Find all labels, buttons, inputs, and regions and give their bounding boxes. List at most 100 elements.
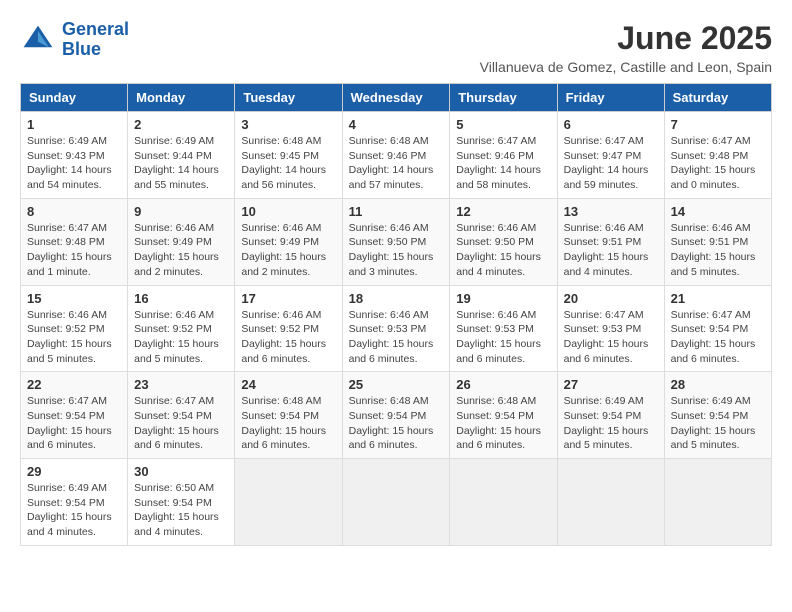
weekday-header: Tuesday: [235, 84, 342, 112]
day-number: 29: [27, 464, 121, 479]
calendar-week-row: 29Sunrise: 6:49 AM Sunset: 9:54 PM Dayli…: [21, 459, 772, 546]
calendar-day-cell: 2Sunrise: 6:49 AM Sunset: 9:44 PM Daylig…: [128, 112, 235, 199]
day-info: Sunrise: 6:46 AM Sunset: 9:52 PM Dayligh…: [134, 308, 228, 367]
day-number: 1: [27, 117, 121, 132]
day-info: Sunrise: 6:46 AM Sunset: 9:50 PM Dayligh…: [456, 221, 550, 280]
calendar-day-cell: 10 Sunrise: 6:46 AM Sunset: 9:49 PM Dayli…: [235, 198, 342, 285]
day-info: Sunrise: 6:47 AM Sunset: 9:48 PM Dayligh…: [27, 221, 121, 280]
day-number: 9: [134, 204, 228, 219]
calendar-header: SundayMondayTuesdayWednesdayThursdayFrid…: [21, 84, 772, 112]
calendar-day-cell: 28 Sunrise: 6:49 AM Sunset: 9:54 PM Dayli…: [664, 372, 771, 459]
calendar-day-cell: 5 Sunrise: 6:47 AM Sunset: 9:46 PM Daylig…: [450, 112, 557, 199]
day-number: 4: [349, 117, 444, 132]
day-info: Sunrise: 6:46 AM Sunset: 9:49 PM Dayligh…: [241, 221, 335, 280]
day-info: Sunrise: 6:49 AM Sunset: 9:54 PM Dayligh…: [671, 394, 765, 453]
day-number: 14: [671, 204, 765, 219]
day-number: 12: [456, 204, 550, 219]
day-info: Sunrise: 6:47 AM Sunset: 9:53 PM Dayligh…: [564, 308, 658, 367]
day-info: Sunrise: 6:47 AM Sunset: 9:47 PM Dayligh…: [564, 134, 658, 193]
day-number: 13: [564, 204, 658, 219]
calendar-day-cell: [235, 459, 342, 546]
day-number: 28: [671, 377, 765, 392]
day-info: Sunrise: 6:46 AM Sunset: 9:53 PM Dayligh…: [349, 308, 444, 367]
day-info: Sunrise: 6:46 AM Sunset: 9:50 PM Dayligh…: [349, 221, 444, 280]
day-info: Sunrise: 6:46 AM Sunset: 9:51 PM Dayligh…: [564, 221, 658, 280]
calendar-day-cell: [450, 459, 557, 546]
day-info: Sunrise: 6:46 AM Sunset: 9:51 PM Dayligh…: [671, 221, 765, 280]
logo-text: General Blue: [62, 20, 129, 60]
day-info: Sunrise: 6:49 AM Sunset: 9:44 PM Dayligh…: [134, 134, 228, 193]
calendar-day-cell: 3 Sunrise: 6:48 AM Sunset: 9:45 PM Daylig…: [235, 112, 342, 199]
calendar-day-cell: 30 Sunrise: 6:50 AM Sunset: 9:54 PM Dayli…: [128, 459, 235, 546]
calendar-day-cell: [557, 459, 664, 546]
logo-icon: [20, 22, 56, 58]
weekday-header: Saturday: [664, 84, 771, 112]
calendar-day-cell: 6 Sunrise: 6:47 AM Sunset: 9:47 PM Daylig…: [557, 112, 664, 199]
day-number: 5: [456, 117, 550, 132]
day-number: 7: [671, 117, 765, 132]
calendar-day-cell: 21Sunrise: 6:47 AM Sunset: 9:54 PM Dayli…: [664, 285, 771, 372]
calendar-week-row: 8 Sunrise: 6:47 AM Sunset: 9:48 PM Daylig…: [21, 198, 772, 285]
calendar-day-cell: 20Sunrise: 6:47 AM Sunset: 9:53 PM Dayli…: [557, 285, 664, 372]
day-info: Sunrise: 6:48 AM Sunset: 9:54 PM Dayligh…: [456, 394, 550, 453]
day-number: 3: [241, 117, 335, 132]
day-info: Sunrise: 6:46 AM Sunset: 9:52 PM Dayligh…: [27, 308, 121, 367]
day-info: Sunrise: 6:46 AM Sunset: 9:49 PM Dayligh…: [134, 221, 228, 280]
day-info: Sunrise: 6:50 AM Sunset: 9:54 PM Dayligh…: [134, 481, 228, 540]
day-number: 6: [564, 117, 658, 132]
day-number: 10: [241, 204, 335, 219]
calendar-day-cell: 11 Sunrise: 6:46 AM Sunset: 9:50 PM Dayli…: [342, 198, 450, 285]
calendar-day-cell: 18 Sunrise: 6:46 AM Sunset: 9:53 PM Dayli…: [342, 285, 450, 372]
calendar-table: SundayMondayTuesdayWednesdayThursdayFrid…: [20, 83, 772, 546]
day-number: 22: [27, 377, 121, 392]
calendar-day-cell: [664, 459, 771, 546]
calendar-day-cell: 27 Sunrise: 6:49 AM Sunset: 9:54 PM Dayli…: [557, 372, 664, 459]
logo: General Blue: [20, 20, 129, 60]
calendar-day-cell: 19Sunrise: 6:46 AM Sunset: 9:53 PM Dayli…: [450, 285, 557, 372]
weekday-header-row: SundayMondayTuesdayWednesdayThursdayFrid…: [21, 84, 772, 112]
day-info: Sunrise: 6:48 AM Sunset: 9:54 PM Dayligh…: [349, 394, 444, 453]
calendar-week-row: 15 Sunrise: 6:46 AM Sunset: 9:52 PM Dayli…: [21, 285, 772, 372]
day-number: 8: [27, 204, 121, 219]
calendar-day-cell: 16Sunrise: 6:46 AM Sunset: 9:52 PM Dayli…: [128, 285, 235, 372]
day-info: Sunrise: 6:48 AM Sunset: 9:45 PM Dayligh…: [241, 134, 335, 193]
day-number: 23: [134, 377, 228, 392]
weekday-header: Monday: [128, 84, 235, 112]
month-year-title: June 2025: [480, 20, 772, 57]
day-info: Sunrise: 6:48 AM Sunset: 9:54 PM Dayligh…: [241, 394, 335, 453]
calendar-day-cell: 13 Sunrise: 6:46 AM Sunset: 9:51 PM Dayli…: [557, 198, 664, 285]
weekday-header: Thursday: [450, 84, 557, 112]
calendar-day-cell: 25Sunrise: 6:48 AM Sunset: 9:54 PM Dayli…: [342, 372, 450, 459]
day-info: Sunrise: 6:46 AM Sunset: 9:53 PM Dayligh…: [456, 308, 550, 367]
day-number: 17: [241, 291, 335, 306]
calendar-day-cell: 9 Sunrise: 6:46 AM Sunset: 9:49 PM Daylig…: [128, 198, 235, 285]
calendar-day-cell: 1Sunrise: 6:49 AM Sunset: 9:43 PM Daylig…: [21, 112, 128, 199]
calendar-day-cell: 26 Sunrise: 6:48 AM Sunset: 9:54 PM Dayli…: [450, 372, 557, 459]
day-number: 24: [241, 377, 335, 392]
calendar-day-cell: 29Sunrise: 6:49 AM Sunset: 9:54 PM Dayli…: [21, 459, 128, 546]
day-info: Sunrise: 6:47 AM Sunset: 9:48 PM Dayligh…: [671, 134, 765, 193]
day-info: Sunrise: 6:47 AM Sunset: 9:54 PM Dayligh…: [27, 394, 121, 453]
weekday-header: Friday: [557, 84, 664, 112]
weekday-header: Sunday: [21, 84, 128, 112]
calendar-day-cell: 24 Sunrise: 6:48 AM Sunset: 9:54 PM Dayli…: [235, 372, 342, 459]
day-info: Sunrise: 6:48 AM Sunset: 9:46 PM Dayligh…: [349, 134, 444, 193]
calendar-day-cell: 8 Sunrise: 6:47 AM Sunset: 9:48 PM Daylig…: [21, 198, 128, 285]
day-number: 11: [349, 204, 444, 219]
day-number: 18: [349, 291, 444, 306]
calendar-day-cell: 22 Sunrise: 6:47 AM Sunset: 9:54 PM Dayli…: [21, 372, 128, 459]
day-info: Sunrise: 6:47 AM Sunset: 9:46 PM Dayligh…: [456, 134, 550, 193]
day-info: Sunrise: 6:49 AM Sunset: 9:54 PM Dayligh…: [564, 394, 658, 453]
day-number: 30: [134, 464, 228, 479]
calendar-day-cell: 4 Sunrise: 6:48 AM Sunset: 9:46 PM Daylig…: [342, 112, 450, 199]
calendar-day-cell: 15 Sunrise: 6:46 AM Sunset: 9:52 PM Dayli…: [21, 285, 128, 372]
day-number: 27: [564, 377, 658, 392]
calendar-day-cell: 14 Sunrise: 6:46 AM Sunset: 9:51 PM Dayli…: [664, 198, 771, 285]
day-number: 26: [456, 377, 550, 392]
calendar-body: 1Sunrise: 6:49 AM Sunset: 9:43 PM Daylig…: [21, 112, 772, 546]
day-info: Sunrise: 6:46 AM Sunset: 9:52 PM Dayligh…: [241, 308, 335, 367]
day-number: 15: [27, 291, 121, 306]
page-header: General Blue June 2025 Villanueva de Gom…: [20, 20, 772, 75]
day-info: Sunrise: 6:47 AM Sunset: 9:54 PM Dayligh…: [671, 308, 765, 367]
calendar-day-cell: [342, 459, 450, 546]
